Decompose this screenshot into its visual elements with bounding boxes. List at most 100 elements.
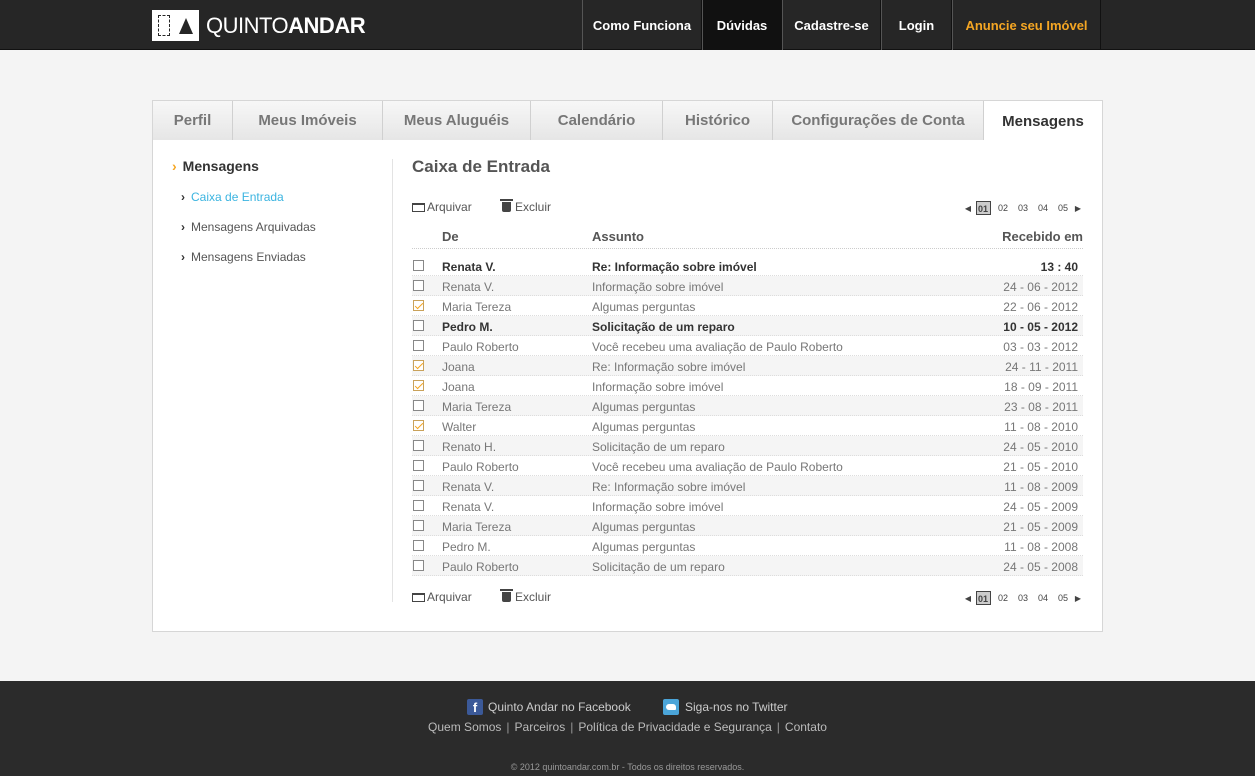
message-row[interactable]: Paulo Roberto Você recebeu uma avaliação … xyxy=(412,336,1083,356)
sidebar-divider xyxy=(392,159,393,602)
row-checkbox[interactable] xyxy=(413,360,424,371)
tab-calendario[interactable]: Calendário xyxy=(531,101,663,140)
row-checkbox[interactable] xyxy=(413,460,424,471)
page-link[interactable]: 03 xyxy=(1016,201,1031,215)
message-row[interactable]: Paulo Roberto Solicitação de um reparo 24 … xyxy=(412,556,1083,576)
message-row[interactable]: Paulo Roberto Você recebeu uma avaliação … xyxy=(412,456,1083,476)
message-sender: Renata V. xyxy=(442,260,496,274)
message-subject[interactable]: Algumas perguntas xyxy=(592,420,695,434)
message-row[interactable]: Pedro M. Algumas perguntas 11 - 08 - 2008 xyxy=(412,536,1083,556)
message-subject[interactable]: Você recebeu uma avaliação de Paulo Robe… xyxy=(592,340,843,354)
tab-meus-alugueis[interactable]: Meus Aluguéis xyxy=(383,101,531,140)
message-subject[interactable]: Informação sobre imóvel xyxy=(592,500,723,514)
row-checkbox[interactable] xyxy=(413,420,424,431)
site-logo[interactable]: QUINTOANDAR xyxy=(152,10,366,41)
message-date: 11 - 08 - 2008 xyxy=(1004,540,1078,554)
message-subject[interactable]: Re: Informação sobre imóvel xyxy=(592,480,745,494)
next-page-icon[interactable]: ▶ xyxy=(1073,204,1083,213)
footer-link-quem-somos[interactable]: Quem Somos xyxy=(428,720,501,734)
row-checkbox[interactable] xyxy=(413,440,424,451)
message-subject[interactable]: Você recebeu uma avaliação de Paulo Robe… xyxy=(592,460,843,474)
message-subject[interactable]: Algumas perguntas xyxy=(592,400,695,414)
trash-icon xyxy=(500,589,513,602)
sidebar-item-mensagens-arquivadas[interactable]: › Mensagens Arquivadas xyxy=(181,220,316,234)
tab-configuracoes-conta[interactable]: Configurações de Conta xyxy=(773,101,984,140)
row-checkbox[interactable] xyxy=(413,520,424,531)
nav-anuncie-imovel[interactable]: Anuncie seu Imóvel xyxy=(952,0,1101,50)
message-row[interactable]: Renata V. Re: Informação sobre imóvel 11 -… xyxy=(412,476,1083,496)
message-row[interactable]: Joana Informação sobre imóvel 18 - 09 - 20… xyxy=(412,376,1083,396)
row-checkbox[interactable] xyxy=(413,480,424,491)
footer-link-parceiros[interactable]: Parceiros xyxy=(515,720,566,734)
message-row[interactable]: Renata V. Informação sobre imóvel 24 - 06 … xyxy=(412,276,1083,296)
logo-text: QUINTOANDAR xyxy=(206,12,366,38)
facebook-link[interactable]: f Quinto Andar no Facebook xyxy=(467,699,631,715)
delete-button[interactable]: Excluir xyxy=(500,589,551,604)
page-link[interactable]: 01 xyxy=(975,201,991,215)
message-sender: Pedro M. xyxy=(442,540,491,554)
archive-button[interactable]: Arquivar xyxy=(412,590,472,604)
message-row[interactable]: Renata V. Informação sobre imóvel 24 - 05 … xyxy=(412,496,1083,516)
message-subject[interactable]: Informação sobre imóvel xyxy=(592,280,723,294)
nav-como-funciona[interactable]: Como Funciona xyxy=(582,0,702,50)
message-date: 24 - 05 - 2009 xyxy=(1003,500,1078,514)
message-subject[interactable]: Algumas perguntas xyxy=(592,520,695,534)
sidebar-item-caixa-de-entrada[interactable]: › Caixa de Entrada xyxy=(181,190,284,204)
message-subject[interactable]: Re: Informação sobre imóvel xyxy=(592,360,745,374)
message-row[interactable]: Walter Algumas perguntas 11 - 08 - 2010 xyxy=(412,416,1083,436)
row-checkbox[interactable] xyxy=(413,260,424,271)
sidebar-item-mensagens-enviadas[interactable]: › Mensagens Enviadas xyxy=(181,250,306,264)
message-subject[interactable]: Re: Informação sobre imóvel xyxy=(592,260,757,274)
row-checkbox[interactable] xyxy=(413,320,424,331)
tab-mensagens[interactable]: Mensagens xyxy=(984,101,1102,141)
page-link[interactable]: 02 xyxy=(996,591,1011,605)
row-checkbox[interactable] xyxy=(413,340,424,351)
message-subject[interactable]: Algumas perguntas xyxy=(592,300,695,314)
footer-link-contato[interactable]: Contato xyxy=(785,720,827,734)
message-subject[interactable]: Solicitação de um reparo xyxy=(592,320,735,334)
message-subject[interactable]: Solicitação de um reparo xyxy=(592,560,725,574)
page-link[interactable]: 04 xyxy=(1036,201,1051,215)
twitter-link[interactable]: Siga-nos no Twitter xyxy=(663,699,788,715)
row-checkbox[interactable] xyxy=(413,560,424,571)
row-checkbox[interactable] xyxy=(413,540,424,551)
nav-cadastre-se[interactable]: Cadastre-se xyxy=(782,0,881,50)
page-link[interactable]: 05 xyxy=(1056,591,1071,605)
message-row[interactable]: Maria Tereza Algumas perguntas 23 - 08 - 2… xyxy=(412,396,1083,416)
page-link[interactable]: 03 xyxy=(1016,591,1031,605)
page-link[interactable]: 05 xyxy=(1056,201,1071,215)
message-row[interactable]: Maria Tereza Algumas perguntas 21 - 05 - 2… xyxy=(412,516,1083,536)
message-date: 24 - 05 - 2010 xyxy=(1003,440,1078,454)
archive-button[interactable]: Arquivar xyxy=(412,200,472,214)
page-link[interactable]: 01 xyxy=(975,591,991,605)
message-row[interactable]: Renata V. Re: Informação sobre imóvel 13 :… xyxy=(412,256,1083,276)
row-checkbox[interactable] xyxy=(413,300,424,311)
page-link[interactable]: 04 xyxy=(1036,591,1051,605)
nav-duvidas[interactable]: Dúvidas xyxy=(702,0,782,50)
message-date: 03 - 03 - 2012 xyxy=(1003,340,1078,354)
footer-link-privacidade[interactable]: Política de Privacidade e Segurança xyxy=(578,720,771,734)
message-date: 21 - 05 - 2010 xyxy=(1003,460,1078,474)
message-row[interactable]: Renato H. Solicitação de um reparo 24 - 05… xyxy=(412,436,1083,456)
prev-page-icon[interactable]: ◀ xyxy=(963,204,973,213)
row-checkbox[interactable] xyxy=(413,380,424,391)
message-row[interactable]: Joana Re: Informação sobre imóvel 24 - 11 … xyxy=(412,356,1083,376)
prev-page-icon[interactable]: ◀ xyxy=(963,594,973,603)
tab-meus-imoveis[interactable]: Meus Imóveis xyxy=(233,101,383,140)
nav-login[interactable]: Login xyxy=(881,0,952,50)
next-page-icon[interactable]: ▶ xyxy=(1073,594,1083,603)
tab-perfil[interactable]: Perfil xyxy=(153,101,233,140)
message-subject[interactable]: Informação sobre imóvel xyxy=(592,380,723,394)
message-row[interactable]: Pedro M. Solicitação de um reparo 10 - 05 … xyxy=(412,316,1083,336)
message-sender: Renato H. xyxy=(442,440,497,454)
tab-historico[interactable]: Histórico xyxy=(663,101,773,140)
delete-button[interactable]: Excluir xyxy=(500,199,551,214)
account-panel: Perfil Meus Imóveis Meus Aluguéis Calend… xyxy=(152,100,1103,632)
row-checkbox[interactable] xyxy=(413,280,424,291)
row-checkbox[interactable] xyxy=(413,400,424,411)
message-subject[interactable]: Solicitação de um reparo xyxy=(592,440,725,454)
message-subject[interactable]: Algumas perguntas xyxy=(592,540,695,554)
row-checkbox[interactable] xyxy=(413,500,424,511)
page-link[interactable]: 02 xyxy=(996,201,1011,215)
message-row[interactable]: Maria Tereza Algumas perguntas 22 - 06 - 2… xyxy=(412,296,1083,316)
